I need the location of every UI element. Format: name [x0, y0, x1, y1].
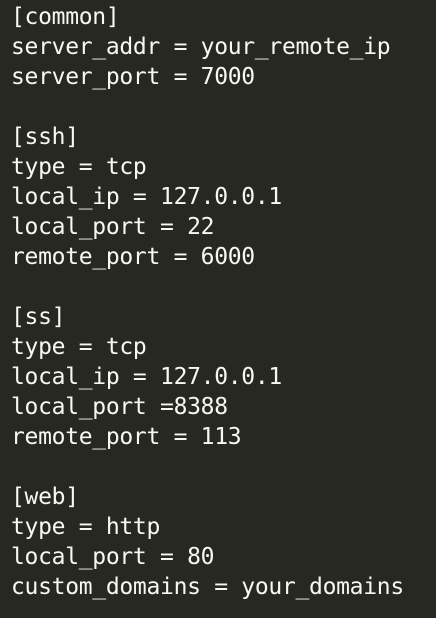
code-line-ss-local-port: local_port =8388 — [11, 394, 228, 420]
code-line-section-ss: [ss] — [11, 304, 66, 330]
code-line-ssh-local-ip: local_ip = 127.0.0.1 — [11, 184, 282, 210]
code-line-web-local-port: local_port = 80 — [11, 544, 215, 570]
code-line-web-custom-domains: custom_domains = your_domains — [11, 574, 404, 600]
code-line-section-common: [common] — [11, 4, 120, 30]
code-line-ss-type: type = tcp — [11, 334, 147, 360]
code-line-ssh-remote-port: remote_port = 6000 — [11, 244, 255, 270]
code-line-section-web: [web] — [11, 484, 79, 510]
code-editor[interactable]: [common] server_addr = your_remote_ip se… — [11, 2, 431, 602]
code-line-web-type: type = http — [11, 514, 161, 540]
code-line-ss-local-ip: local_ip = 127.0.0.1 — [11, 364, 282, 390]
code-line-ssh-local-port: local_port = 22 — [11, 214, 215, 240]
code-line-section-ssh: [ssh] — [11, 124, 79, 150]
code-line-ssh-type: type = tcp — [11, 154, 147, 180]
code-line-ss-remote-port: remote_port = 113 — [11, 424, 242, 450]
code-line-server-addr: server_addr = your_remote_ip — [11, 34, 391, 60]
code-line-server-port: server_port = 7000 — [11, 64, 255, 90]
